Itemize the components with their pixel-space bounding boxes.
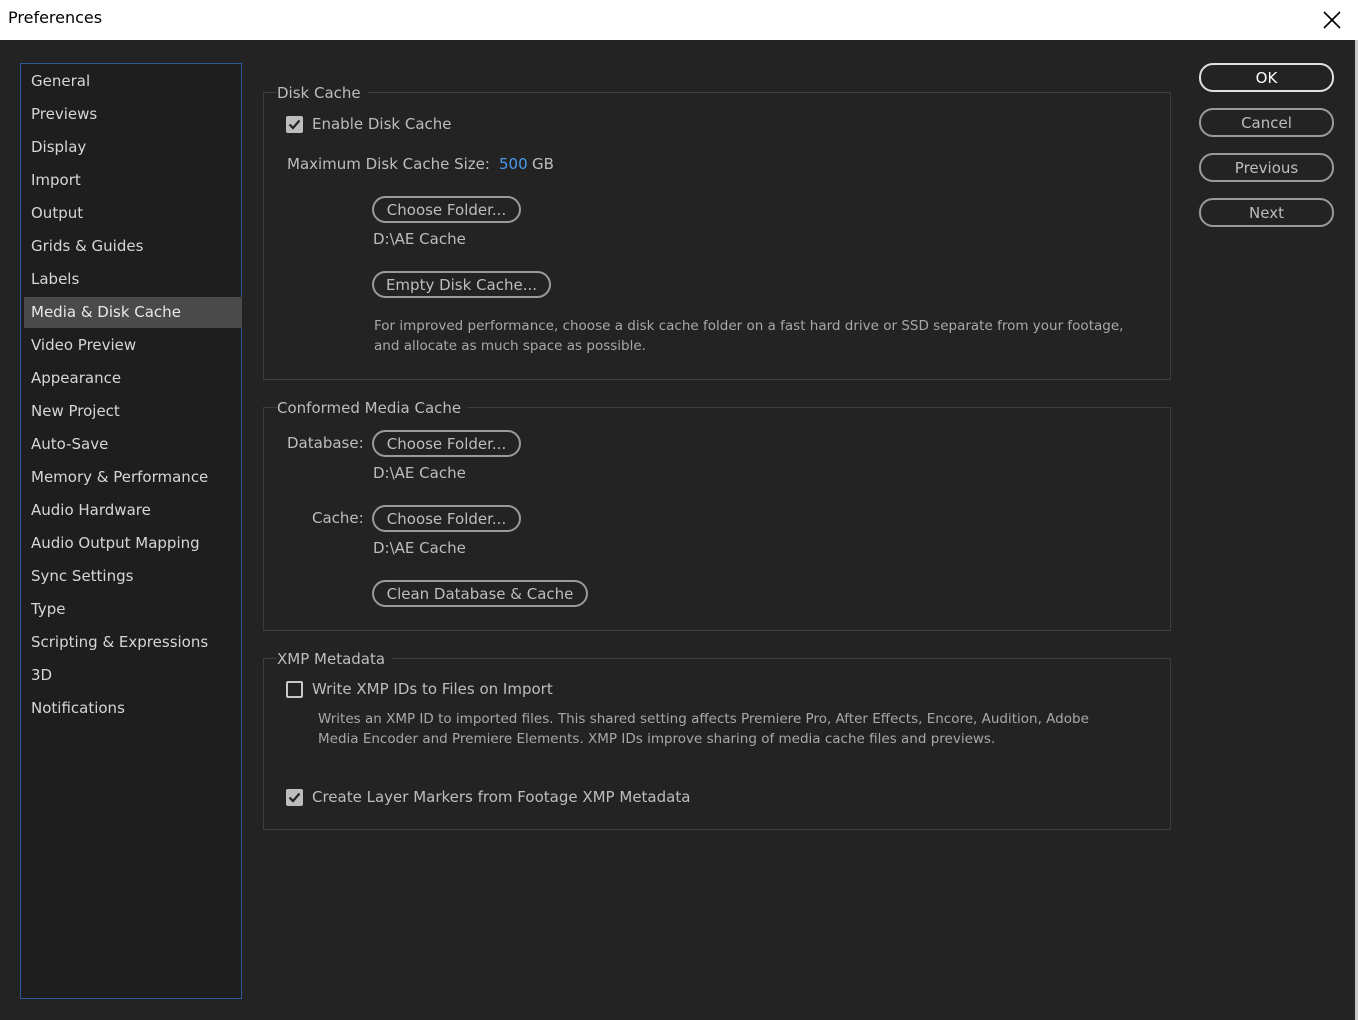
sidebar-item-appearance[interactable]: Appearance: [24, 363, 242, 394]
sidebar-item-new-project[interactable]: New Project: [24, 396, 242, 427]
sidebar-item-audio-hardware[interactable]: Audio Hardware: [24, 495, 242, 526]
sidebar-item-import[interactable]: Import: [24, 165, 242, 196]
sidebar-item-media-disk-cache[interactable]: Media & Disk Cache: [24, 297, 242, 328]
sidebar-item-display[interactable]: Display: [24, 132, 242, 163]
cache-folder-path: D:\AE Cache: [373, 539, 466, 557]
sidebar-item-video-preview[interactable]: Video Preview: [24, 330, 242, 361]
cancel-button[interactable]: Cancel: [1199, 108, 1334, 137]
sidebar-item-output[interactable]: Output: [24, 198, 242, 229]
enable-disk-cache-checkbox[interactable]: [286, 116, 303, 133]
cache-choose-folder-button[interactable]: Choose Folder...: [372, 505, 521, 532]
previous-button[interactable]: Previous: [1199, 153, 1334, 182]
sidebar-item-type[interactable]: Type: [24, 594, 242, 625]
disk-cache-choose-folder-button[interactable]: Choose Folder...: [372, 196, 521, 223]
disk-cache-info-line1: For improved performance, choose a disk …: [374, 318, 1124, 334]
clean-database-cache-button[interactable]: Clean Database & Cache: [372, 580, 588, 607]
sidebar-item-scripting-expressions[interactable]: Scripting & Expressions: [24, 627, 242, 658]
preferences-dialog: Preferences General Previews Display Imp…: [0, 0, 1358, 1020]
max-disk-cache-size-unit: GB: [532, 155, 554, 173]
sidebar-item-previews[interactable]: Previews: [24, 99, 242, 130]
checkmark-icon: [288, 119, 301, 130]
sidebar-item-general[interactable]: General: [24, 66, 242, 97]
database-label: Database:: [287, 434, 364, 452]
create-layer-markers-label: Create Layer Markers from Footage XMP Me…: [312, 788, 691, 806]
disk-cache-title: Disk Cache: [277, 83, 367, 103]
checkmark-icon: [288, 792, 301, 803]
close-icon: [1323, 11, 1341, 29]
write-xmp-ids-info-line1: Writes an XMP ID to imported files. This…: [318, 711, 1089, 727]
max-disk-cache-size-value[interactable]: 500: [499, 155, 528, 173]
create-layer-markers-checkbox[interactable]: [286, 789, 303, 806]
database-choose-folder-button[interactable]: Choose Folder...: [372, 430, 521, 457]
conformed-media-cache-title: Conformed Media Cache: [277, 398, 468, 418]
title-bar: Preferences: [0, 0, 1358, 40]
cache-label: Cache:: [312, 509, 364, 527]
window-title: Preferences: [8, 8, 103, 27]
sidebar-item-notifications[interactable]: Notifications: [24, 693, 242, 724]
disk-cache-folder-path: D:\AE Cache: [373, 230, 466, 248]
sidebar-item-auto-save[interactable]: Auto-Save: [24, 429, 242, 460]
sidebar-item-grids-guides[interactable]: Grids & Guides: [24, 231, 242, 262]
xmp-metadata-title: XMP Metadata: [277, 649, 392, 669]
sidebar-item-sync-settings[interactable]: Sync Settings: [24, 561, 242, 592]
enable-disk-cache-label: Enable Disk Cache: [312, 115, 452, 133]
sidebar-item-3d[interactable]: 3D: [24, 660, 242, 691]
close-button[interactable]: [1318, 6, 1346, 34]
next-button[interactable]: Next: [1199, 198, 1334, 227]
max-disk-cache-size-label: Maximum Disk Cache Size:: [287, 155, 490, 173]
write-xmp-ids-label: Write XMP IDs to Files on Import: [312, 680, 553, 698]
database-folder-path: D:\AE Cache: [373, 464, 466, 482]
empty-disk-cache-button[interactable]: Empty Disk Cache...: [372, 271, 551, 298]
write-xmp-ids-info-line2: Media Encoder and Premiere Elements. XMP…: [318, 731, 996, 747]
write-xmp-ids-checkbox[interactable]: [286, 681, 303, 698]
sidebar-item-audio-output-mapping[interactable]: Audio Output Mapping: [24, 528, 242, 559]
ok-button[interactable]: OK: [1199, 63, 1334, 92]
preferences-category-list: General Previews Display Import Output G…: [20, 63, 242, 999]
disk-cache-info-line2: and allocate as much space as possible.: [374, 338, 646, 354]
sidebar-item-labels[interactable]: Labels: [24, 264, 242, 295]
sidebar-item-memory-performance[interactable]: Memory & Performance: [24, 462, 242, 493]
